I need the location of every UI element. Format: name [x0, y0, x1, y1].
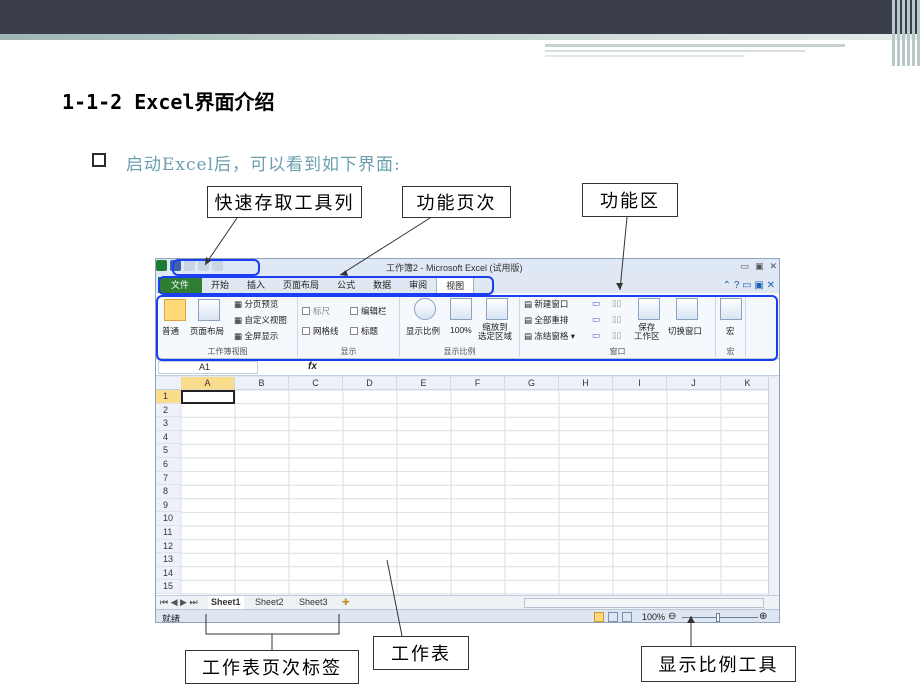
status-bar: 就绪 100% ⊖ ⊕: [156, 609, 779, 623]
zoom-slider[interactable]: [682, 617, 758, 618]
highlight-ribbon: [156, 295, 778, 361]
name-box[interactable]: A1: [158, 361, 258, 374]
bullet-square-icon: [92, 153, 106, 167]
close-icon[interactable]: ✕: [769, 261, 777, 272]
callout-tabs: 功能页次: [402, 186, 511, 218]
callout-ribbon: 功能区: [582, 183, 678, 217]
insert-function-icon[interactable]: fx: [308, 361, 317, 372]
worksheet-grid[interactable]: ABCDEFGHIJK 1 2 3 4 5 6 7 8 9 10 11 12 13 14 15: [156, 377, 770, 595]
callout-sheet-tabs: 工作表页次标签: [185, 650, 359, 684]
page-layout-view-icon[interactable]: [608, 612, 618, 622]
restore-icon[interactable]: ▣: [755, 261, 764, 272]
sheet-tab-2[interactable]: Sheet2: [252, 596, 287, 609]
window-caption: 工作簿2 - Microsoft Excel (试用版): [386, 263, 523, 273]
insert-sheet-icon[interactable]: ✚: [342, 596, 350, 609]
normal-view-icon[interactable]: [594, 612, 604, 622]
highlight-quick-access: [172, 259, 260, 276]
bullet-text: 启动Excel后，可以看到如下界面:: [126, 155, 401, 175]
status-text: 就绪: [162, 614, 181, 623]
active-cell[interactable]: [181, 390, 235, 404]
callout-quick-access: 快速存取工具列: [207, 186, 362, 218]
sheet-nav-icon[interactable]: ⏮ ◀ ▶ ⏭: [160, 596, 198, 609]
slide-title: 1-1-2 Excel界面介绍: [62, 90, 275, 114]
slide-accent-line: [545, 50, 805, 52]
excel-logo-icon: [156, 260, 167, 271]
window-controls: ▭ ▣ ✕: [740, 261, 777, 272]
zoom-slider-thumb[interactable]: [716, 613, 720, 622]
sheet-tab-3[interactable]: Sheet3: [296, 596, 331, 609]
horizontal-scrollbar[interactable]: [524, 598, 764, 608]
page-break-view-icon[interactable]: [622, 612, 632, 622]
zoom-level[interactable]: 100%: [642, 612, 665, 622]
sheet-tab-bar: ⏮ ◀ ▶ ⏭ Sheet1 Sheet2 Sheet3 ✚: [156, 595, 779, 609]
sheet-tab-1[interactable]: Sheet1: [208, 596, 244, 609]
zoom-out-icon[interactable]: ⊖: [668, 611, 676, 622]
callout-zoom-tool: 显示比例工具: [641, 646, 796, 682]
slide-top-bar: [0, 0, 920, 34]
formula-bar: A1 fx: [156, 360, 779, 376]
slide-accent-line: [545, 55, 745, 57]
zoom-in-icon[interactable]: ⊕: [759, 611, 767, 622]
vertical-scrollbar[interactable]: [768, 377, 779, 595]
highlight-tabs: [158, 276, 494, 295]
slide-decor-bars: [872, 0, 920, 66]
minimize-icon[interactable]: ▭: [740, 261, 749, 272]
slide-accent-line: [545, 44, 845, 47]
cell-gridlines: [180, 389, 770, 595]
callout-worksheet: 工作表: [373, 636, 469, 670]
excel-window: 工作簿2 - Microsoft Excel (试用版) ▭ ▣ ✕ 文件 开始…: [155, 258, 780, 623]
slide-accent-stripe: [0, 34, 920, 40]
help-icon[interactable]: ⌃ ? ▭ ▣ ✕: [723, 280, 775, 291]
